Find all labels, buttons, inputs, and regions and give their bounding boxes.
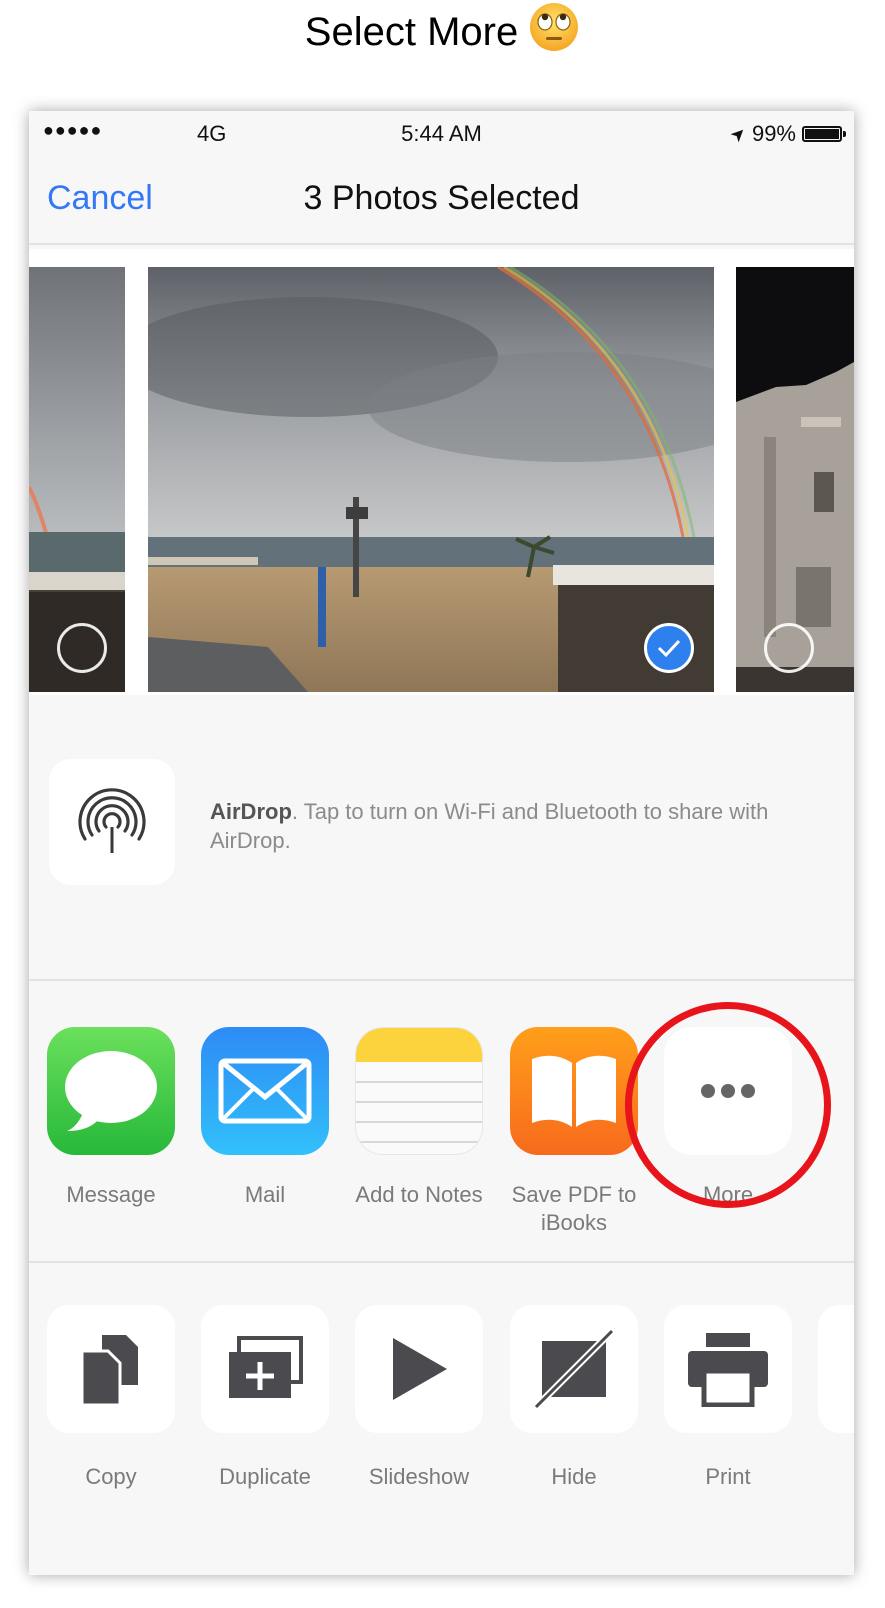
photo-thumbnail-1[interactable] bbox=[29, 267, 125, 692]
print-label: Print bbox=[705, 1464, 751, 1489]
hide-icon bbox=[533, 1328, 615, 1410]
mail-app-icon[interactable] bbox=[201, 1027, 329, 1155]
eye-roll-emoji bbox=[528, 1, 580, 63]
copy-button[interactable] bbox=[47, 1305, 175, 1433]
slideshow-label: Slideshow bbox=[368, 1464, 470, 1489]
annotation-heading: Select More bbox=[0, 1, 885, 63]
battery-icon bbox=[802, 126, 846, 142]
copy-label: Copy bbox=[85, 1464, 137, 1489]
airdrop-tile[interactable] bbox=[49, 759, 175, 885]
slideshow-button[interactable] bbox=[355, 1305, 483, 1433]
actions-row: Copy Duplicate Slideshow Hide Print bbox=[29, 1267, 854, 1575]
notes-icon bbox=[356, 1028, 482, 1143]
photo-thumbnail-3[interactable] bbox=[736, 267, 854, 692]
duplicate-label: Duplicate bbox=[219, 1464, 311, 1489]
airdrop-description: . Tap to turn on Wi-Fi and Bluetooth to … bbox=[210, 799, 769, 853]
printer-icon bbox=[688, 1333, 768, 1407]
duplicate-icon bbox=[229, 1336, 303, 1398]
divider bbox=[29, 979, 854, 981]
message-app-icon[interactable] bbox=[47, 1027, 175, 1155]
airdrop-icon bbox=[78, 788, 146, 853]
open-book-icon bbox=[532, 1055, 616, 1127]
play-icon bbox=[393, 1338, 447, 1400]
airdrop-title: AirDrop bbox=[210, 799, 292, 824]
notes-app-icon[interactable] bbox=[355, 1027, 483, 1155]
add-to-notes-label: Add to Notes bbox=[355, 1182, 483, 1207]
selection-circle[interactable] bbox=[57, 623, 107, 673]
nav-title: 3 Photos Selected bbox=[303, 179, 580, 217]
airdrop-message: AirDrop. Tap to turn on Wi-Fi and Blueto… bbox=[210, 797, 830, 855]
status-bar: ●●●●● 4G 5:44 AM ➤ 99% bbox=[29, 111, 854, 157]
duplicate-button[interactable] bbox=[201, 1305, 329, 1433]
ibooks-app-icon[interactable] bbox=[510, 1027, 638, 1155]
battery-percent: 99% bbox=[751, 121, 796, 146]
envelope-icon bbox=[218, 1058, 312, 1124]
highlight-circle-annotation bbox=[625, 1002, 831, 1208]
divider bbox=[29, 1261, 854, 1263]
hide-button[interactable] bbox=[510, 1305, 638, 1433]
airdrop-section[interactable]: AirDrop. Tap to turn on Wi-Fi and Blueto… bbox=[29, 701, 854, 979]
copy-icon bbox=[80, 1335, 138, 1407]
selection-circle[interactable] bbox=[764, 623, 814, 673]
next-action-button[interactable] bbox=[818, 1305, 854, 1433]
phone-screen: ●●●●● 4G 5:44 AM ➤ 99% Cancel 3 Photos S… bbox=[29, 111, 854, 1575]
photo-thumbnail-2[interactable] bbox=[148, 267, 714, 692]
nav-bar: Cancel 3 Photos Selected bbox=[29, 157, 854, 243]
save-pdf-label: Save PDF to iBooks bbox=[511, 1182, 637, 1235]
battery-fill bbox=[805, 129, 839, 139]
photo-strip[interactable] bbox=[29, 249, 854, 695]
message-label: Message bbox=[66, 1182, 156, 1207]
mail-label: Mail bbox=[244, 1182, 286, 1207]
checkmark-icon bbox=[657, 639, 681, 658]
selected-checkmark[interactable] bbox=[644, 623, 694, 673]
annotation-heading-text: Select More bbox=[304, 9, 519, 54]
hide-label: Hide bbox=[551, 1464, 597, 1489]
print-button[interactable] bbox=[664, 1305, 792, 1433]
speech-bubble-icon bbox=[65, 1051, 157, 1131]
status-right: ➤ 99% bbox=[726, 121, 846, 147]
divider bbox=[29, 243, 854, 245]
